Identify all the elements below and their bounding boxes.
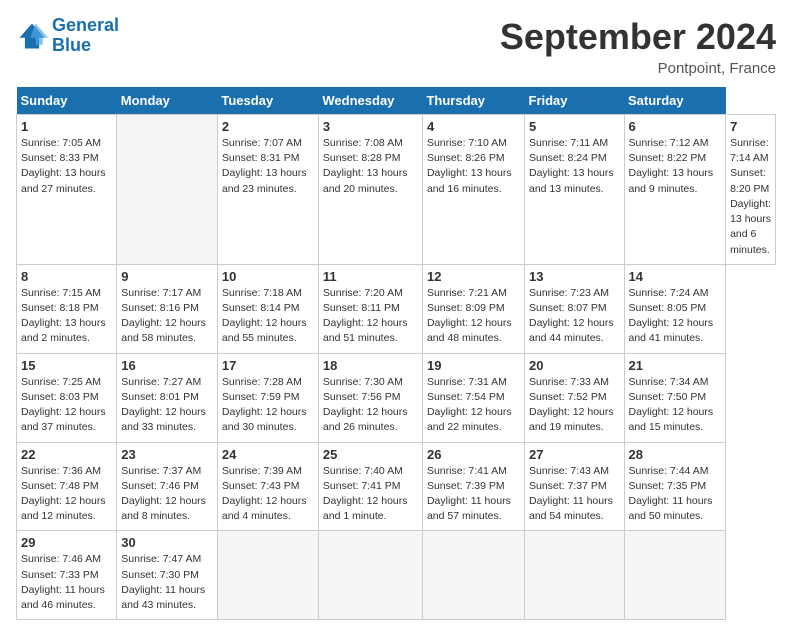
title-block: September 2024 Pontpoint, France xyxy=(500,16,776,77)
calendar-cell xyxy=(525,531,625,620)
calendar-cell xyxy=(422,531,524,620)
calendar-cell: 7Sunrise: 7:14 AM Sunset: 8:20 PM Daylig… xyxy=(726,115,776,265)
calendar-cell: 23Sunrise: 7:37 AM Sunset: 7:46 PM Dayli… xyxy=(117,442,218,531)
calendar-cell: 20Sunrise: 7:33 AM Sunset: 7:52 PM Dayli… xyxy=(525,353,625,442)
calendar-cell: 10Sunrise: 7:18 AM Sunset: 8:14 PM Dayli… xyxy=(217,264,318,353)
calendar-cell: 14Sunrise: 7:24 AM Sunset: 8:05 PM Dayli… xyxy=(624,264,726,353)
calendar-cell: 26Sunrise: 7:41 AM Sunset: 7:39 PM Dayli… xyxy=(422,442,524,531)
weekday-header-monday: Monday xyxy=(117,87,218,115)
calendar-cell: 17Sunrise: 7:28 AM Sunset: 7:59 PM Dayli… xyxy=(217,353,318,442)
calendar-cell: 11Sunrise: 7:20 AM Sunset: 8:11 PM Dayli… xyxy=(318,264,422,353)
weekday-header-thursday: Thursday xyxy=(422,87,524,115)
calendar-week-2: 15Sunrise: 7:25 AM Sunset: 8:03 PM Dayli… xyxy=(17,353,776,442)
calendar-cell: 4Sunrise: 7:10 AM Sunset: 8:26 PM Daylig… xyxy=(422,115,524,265)
calendar-cell: 29Sunrise: 7:46 AM Sunset: 7:33 PM Dayli… xyxy=(17,531,117,620)
calendar-cell: 24Sunrise: 7:39 AM Sunset: 7:43 PM Dayli… xyxy=(217,442,318,531)
calendar-cell: 21Sunrise: 7:34 AM Sunset: 7:50 PM Dayli… xyxy=(624,353,726,442)
calendar-cell: 13Sunrise: 7:23 AM Sunset: 8:07 PM Dayli… xyxy=(525,264,625,353)
calendar-cell: 27Sunrise: 7:43 AM Sunset: 7:37 PM Dayli… xyxy=(525,442,625,531)
weekday-header-tuesday: Tuesday xyxy=(217,87,318,115)
logo-line1: General xyxy=(52,15,119,35)
calendar-week-4: 29Sunrise: 7:46 AM Sunset: 7:33 PM Dayli… xyxy=(17,531,776,620)
calendar-cell: 5Sunrise: 7:11 AM Sunset: 8:24 PM Daylig… xyxy=(525,115,625,265)
weekday-header-row: SundayMondayTuesdayWednesdayThursdayFrid… xyxy=(17,87,776,115)
calendar-cell: 22Sunrise: 7:36 AM Sunset: 7:48 PM Dayli… xyxy=(17,442,117,531)
location: Pontpoint, France xyxy=(500,60,776,77)
calendar-cell: 8Sunrise: 7:15 AM Sunset: 8:18 PM Daylig… xyxy=(17,264,117,353)
weekday-header-sunday: Sunday xyxy=(17,87,117,115)
weekday-header-wednesday: Wednesday xyxy=(318,87,422,115)
calendar-cell: 25Sunrise: 7:40 AM Sunset: 7:41 PM Dayli… xyxy=(318,442,422,531)
calendar-cell: 30Sunrise: 7:47 AM Sunset: 7:30 PM Dayli… xyxy=(117,531,218,620)
calendar-cell: 18Sunrise: 7:30 AM Sunset: 7:56 PM Dayli… xyxy=(318,353,422,442)
calendar-cell: 15Sunrise: 7:25 AM Sunset: 8:03 PM Dayli… xyxy=(17,353,117,442)
calendar-cell xyxy=(318,531,422,620)
calendar-week-3: 22Sunrise: 7:36 AM Sunset: 7:48 PM Dayli… xyxy=(17,442,776,531)
calendar-cell: 19Sunrise: 7:31 AM Sunset: 7:54 PM Dayli… xyxy=(422,353,524,442)
calendar-cell: 6Sunrise: 7:12 AM Sunset: 8:22 PM Daylig… xyxy=(624,115,726,265)
logo-icon xyxy=(16,20,48,52)
calendar-cell: 2Sunrise: 7:07 AM Sunset: 8:31 PM Daylig… xyxy=(217,115,318,265)
calendar-cell xyxy=(117,115,218,265)
month-title: September 2024 xyxy=(500,16,776,58)
calendar-week-0: 1Sunrise: 7:05 AM Sunset: 8:33 PM Daylig… xyxy=(17,115,776,265)
calendar-cell: 3Sunrise: 7:08 AM Sunset: 8:28 PM Daylig… xyxy=(318,115,422,265)
weekday-header-friday: Friday xyxy=(525,87,625,115)
logo-line2: Blue xyxy=(52,35,91,55)
logo: General Blue xyxy=(16,16,119,56)
calendar-cell: 16Sunrise: 7:27 AM Sunset: 8:01 PM Dayli… xyxy=(117,353,218,442)
calendar-cell: 9Sunrise: 7:17 AM Sunset: 8:16 PM Daylig… xyxy=(117,264,218,353)
calendar-cell: 1Sunrise: 7:05 AM Sunset: 8:33 PM Daylig… xyxy=(17,115,117,265)
calendar-table: SundayMondayTuesdayWednesdayThursdayFrid… xyxy=(16,87,776,620)
logo-text: General Blue xyxy=(52,16,119,56)
weekday-header-saturday: Saturday xyxy=(624,87,726,115)
calendar-cell xyxy=(217,531,318,620)
calendar-cell: 28Sunrise: 7:44 AM Sunset: 7:35 PM Dayli… xyxy=(624,442,726,531)
calendar-cell: 12Sunrise: 7:21 AM Sunset: 8:09 PM Dayli… xyxy=(422,264,524,353)
calendar-cell xyxy=(624,531,726,620)
page-header: General Blue September 2024 Pontpoint, F… xyxy=(16,16,776,77)
calendar-week-1: 8Sunrise: 7:15 AM Sunset: 8:18 PM Daylig… xyxy=(17,264,776,353)
